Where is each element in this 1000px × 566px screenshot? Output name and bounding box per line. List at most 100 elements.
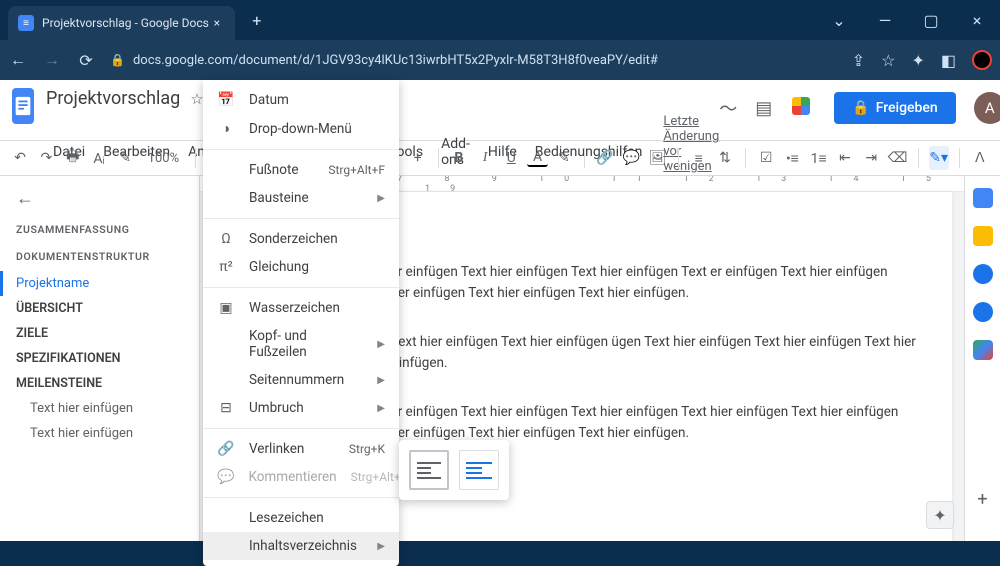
numbered-list-button[interactable]: 1≡ xyxy=(809,146,829,170)
tasks-icon[interactable] xyxy=(973,264,993,284)
close-window-button[interactable]: × xyxy=(954,0,1000,40)
address-bar: ← → ⟳ 🔒 docs.google.com/document/d/1JGV9… xyxy=(0,40,1000,80)
side-panel: + xyxy=(964,176,1000,541)
account-avatar[interactable]: A xyxy=(974,92,1000,124)
clear-format-button[interactable]: ⌫ xyxy=(887,146,907,170)
share-page-icon[interactable]: ⇪ xyxy=(852,51,865,70)
profile-icon[interactable] xyxy=(972,50,992,70)
menu-item-dropdown[interactable]: ◑Drop-down-Menü xyxy=(203,114,399,143)
docs-logo[interactable] xyxy=(12,88,34,124)
outline-item[interactable]: ÜBERSICHT xyxy=(16,296,199,321)
menu-item-watermark[interactable]: ▣Wasserzeichen xyxy=(203,294,399,322)
indent-button[interactable]: ⇥ xyxy=(861,146,881,170)
calendar-icon: 📅 xyxy=(217,92,235,108)
url-field[interactable]: 🔒 docs.google.com/document/d/1JGV93cy4lK… xyxy=(110,53,838,68)
line-spacing-button[interactable]: ⇅ xyxy=(715,146,735,170)
print-button[interactable]: 🖶 xyxy=(63,146,83,170)
browser-tab[interactable]: ≡ Projektvorschlag - Google Docs × xyxy=(8,6,235,40)
font-size-increase[interactable]: + xyxy=(408,146,428,170)
new-tab-button[interactable]: + xyxy=(243,6,271,34)
break-icon: ⊟ xyxy=(217,400,235,416)
document-name[interactable]: Projektvorschlag xyxy=(46,88,180,109)
menu-divider xyxy=(203,149,399,150)
redo-button[interactable]: ↷ xyxy=(36,146,56,170)
calendar-icon[interactable] xyxy=(973,188,993,208)
minimize-button[interactable]: — xyxy=(862,0,908,40)
menu-item-building-blocks[interactable]: Bausteine▶ xyxy=(203,184,399,212)
maps-icon[interactable] xyxy=(973,340,993,360)
highlight-button[interactable]: ✎ xyxy=(554,146,574,170)
outline-item[interactable]: Projektname xyxy=(0,271,199,296)
underline-button[interactable]: U xyxy=(501,146,521,170)
collapse-toolbar-button[interactable]: ᐱ xyxy=(970,146,990,170)
outline-item[interactable]: Text hier einfügen xyxy=(16,421,199,446)
chevron-right-icon: ▶ xyxy=(377,193,385,204)
menu-item-headers-footers[interactable]: Kopf- und Fußzeilen▶ xyxy=(203,322,399,366)
outline-item[interactable]: Text hier einfügen xyxy=(16,396,199,421)
insert-menu-dropdown: 📅Datum ◑Drop-down-Menü FußnoteStrg+Alt+F… xyxy=(203,80,399,566)
insert-comment-button[interactable]: 💬 xyxy=(621,146,641,170)
menu-item-special-chars[interactable]: ΩSonderzeichen xyxy=(203,225,399,253)
editing-mode-button[interactable]: ✎▾ xyxy=(929,146,949,170)
menu-item-page-numbers[interactable]: Seitennummern▶ xyxy=(203,366,399,394)
menu-item-footnote[interactable]: FußnoteStrg+Alt+F xyxy=(203,156,399,184)
insert-image-button[interactable]: 🖼 xyxy=(647,146,667,170)
menu-item-equation[interactable]: π²Gleichung xyxy=(203,253,399,281)
comments-icon[interactable]: ▤ xyxy=(755,98,772,119)
toc-option-links[interactable] xyxy=(459,450,499,490)
app-header: Projektvorschlag ☆ 🗀 ☁ Datei Bearbeiten … xyxy=(0,80,1000,140)
outline-section-summary: ZUSAMMENFASSUNG xyxy=(16,223,199,236)
menu-item-toc[interactable]: Inhaltsverzeichnis▶ xyxy=(203,532,399,560)
contacts-icon[interactable] xyxy=(973,302,993,322)
outline-collapse-icon[interactable]: ← xyxy=(16,188,199,209)
star-icon[interactable]: ☆ xyxy=(190,90,203,108)
keep-icon[interactable] xyxy=(973,226,993,246)
menu-item-break[interactable]: ⊟Umbruch▶ xyxy=(203,394,399,422)
back-button[interactable]: ← xyxy=(8,50,28,70)
chevron-right-icon: ▶ xyxy=(377,375,385,386)
paint-format-button[interactable]: ✎ xyxy=(115,146,135,170)
separator xyxy=(584,148,585,168)
align-button[interactable]: ≡ xyxy=(689,146,709,170)
chevron-right-icon: ▶ xyxy=(377,339,385,350)
italic-button[interactable]: I xyxy=(475,146,495,170)
outdent-button[interactable]: ⇤ xyxy=(835,146,855,170)
extensions-icon[interactable]: ✦ xyxy=(911,51,924,70)
sidepanel-toggle-icon[interactable]: ◧ xyxy=(941,51,956,70)
toc-option-numbered[interactable] xyxy=(409,450,449,490)
undo-button[interactable]: ↶ xyxy=(10,146,30,170)
chevron-right-icon: ▶ xyxy=(377,403,385,414)
text-color-button[interactable]: A xyxy=(527,149,547,167)
outline-item[interactable]: ZIELE xyxy=(16,321,199,346)
menu-item-comment[interactable]: 💬KommentierenStrg+Alt+M xyxy=(203,463,399,491)
forward-button[interactable]: → xyxy=(42,50,62,70)
menu-item-date[interactable]: 📅Datum xyxy=(203,86,399,114)
share-button[interactable]: 🔒 Freigeben xyxy=(834,92,955,124)
menu-item-bookmark[interactable]: Lesezeichen xyxy=(203,504,399,532)
activity-icon[interactable]: 〜 xyxy=(719,95,737,121)
insert-link-button[interactable]: 🔗 xyxy=(595,146,615,170)
reload-button[interactable]: ⟳ xyxy=(76,51,96,70)
menu-divider xyxy=(203,287,399,288)
tab-close-icon[interactable]: × xyxy=(209,16,225,30)
zoom-select[interactable]: 100% xyxy=(141,146,185,170)
bullet-list-button[interactable]: •≡ xyxy=(782,146,802,170)
menu-divider xyxy=(203,218,399,219)
checklist-button[interactable]: ☑ xyxy=(756,146,776,170)
lock-icon: 🔒 xyxy=(110,53,125,67)
menu-item-link[interactable]: 🔗VerlinkenStrg+K xyxy=(203,435,399,463)
chevron-right-icon: ▶ xyxy=(377,541,385,552)
maximize-button[interactable]: ▢ xyxy=(908,0,954,40)
separator xyxy=(959,148,960,168)
outline-item[interactable]: MEILENSTEINE xyxy=(16,371,199,396)
spellcheck-button[interactable]: Aᵢ xyxy=(89,146,109,170)
chevron-down-icon[interactable]: ⌄ xyxy=(816,0,862,40)
outline-item[interactable]: SPEZIFIKATIONEN xyxy=(16,346,199,371)
lock-icon: 🔒 xyxy=(852,100,869,116)
tab-title: Projektvorschlag - Google Docs xyxy=(42,16,209,30)
meet-button[interactable] xyxy=(790,95,816,121)
explore-button[interactable]: ✦ xyxy=(926,501,954,529)
bold-button[interactable]: B xyxy=(449,146,469,170)
bookmark-icon[interactable]: ☆ xyxy=(881,51,895,70)
add-addon-icon[interactable]: + xyxy=(973,489,993,509)
